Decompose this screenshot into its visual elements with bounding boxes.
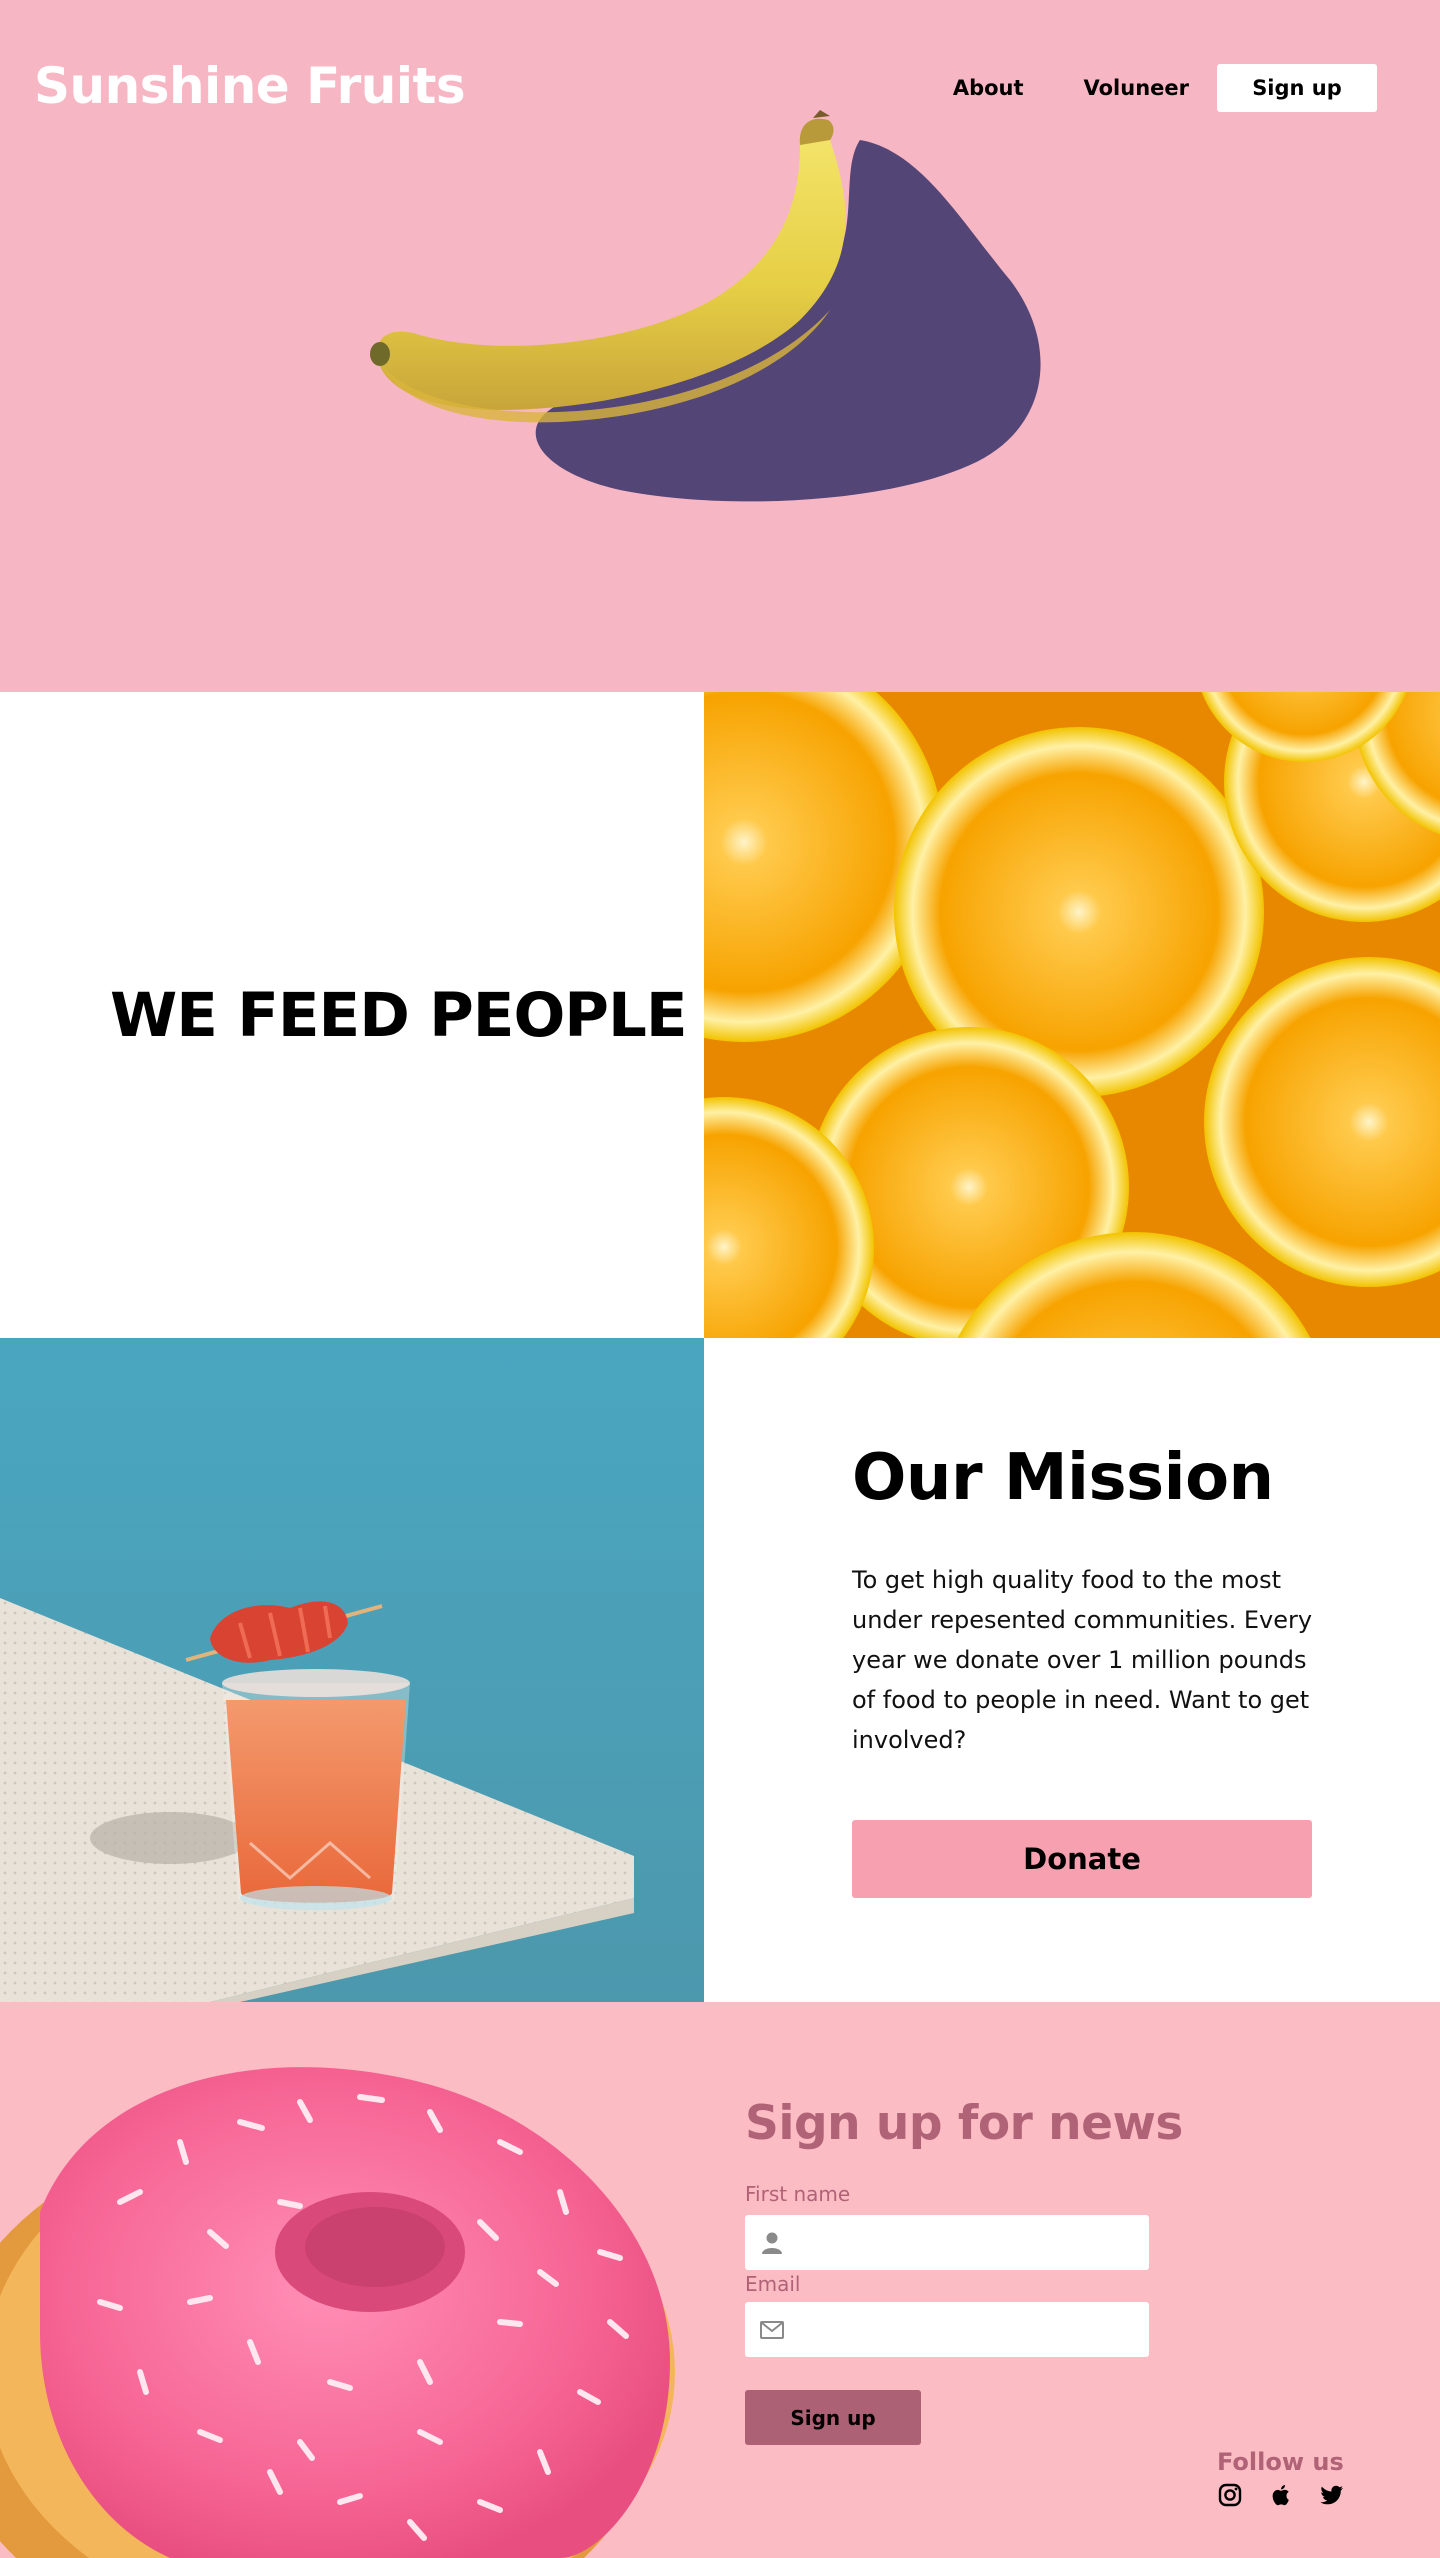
main-nav: About Voluneer Sign up — [953, 64, 1377, 112]
instagram-icon[interactable] — [1217, 2482, 1243, 2508]
newsletter-signup-button[interactable]: Sign up — [745, 2390, 921, 2445]
email-field-wrapper — [745, 2302, 1149, 2357]
hero-section: Sunshine Fruits About Voluneer Sign up — [0, 0, 1440, 692]
brand-logo[interactable]: Sunshine Fruits — [34, 56, 466, 116]
mail-icon — [760, 2320, 784, 2339]
oranges-image — [704, 692, 1440, 1338]
first-name-field-wrapper — [745, 2215, 1149, 2270]
feed-heading: WE FEED PEOPLE — [110, 980, 688, 1051]
twitter-icon[interactable] — [1319, 2482, 1345, 2508]
first-name-label: First name — [745, 2182, 851, 2206]
nav-volunteer-link[interactable]: Voluneer — [1084, 64, 1189, 112]
follow-us-label: Follow us — [1217, 2448, 1344, 2476]
apple-icon[interactable] — [1268, 2482, 1294, 2508]
mission-description: To get high quality food to the most und… — [852, 1566, 1313, 1754]
email-input[interactable] — [785, 2302, 1149, 2357]
drink-image — [0, 1338, 704, 2002]
banana-image — [370, 110, 1041, 502]
donate-button[interactable]: Donate — [852, 1820, 1312, 1898]
nav-about-link[interactable]: About — [953, 64, 1024, 112]
first-name-input[interactable] — [785, 2215, 1149, 2270]
user-icon — [762, 2232, 782, 2254]
email-label: Email — [745, 2272, 801, 2296]
feed-section: WE FEED PEOPLE — [0, 692, 704, 1338]
donut-image — [0, 2067, 675, 2558]
newsletter-heading: Sign up for news — [745, 2096, 1183, 2151]
newsletter-section: Sign up for news First name Email Sign u… — [0, 2002, 1440, 2558]
mission-heading: Our Mission — [852, 1441, 1274, 1515]
nav-signup-button[interactable]: Sign up — [1217, 64, 1377, 112]
mission-section: Our Mission To get high quality food to … — [704, 1338, 1440, 2002]
